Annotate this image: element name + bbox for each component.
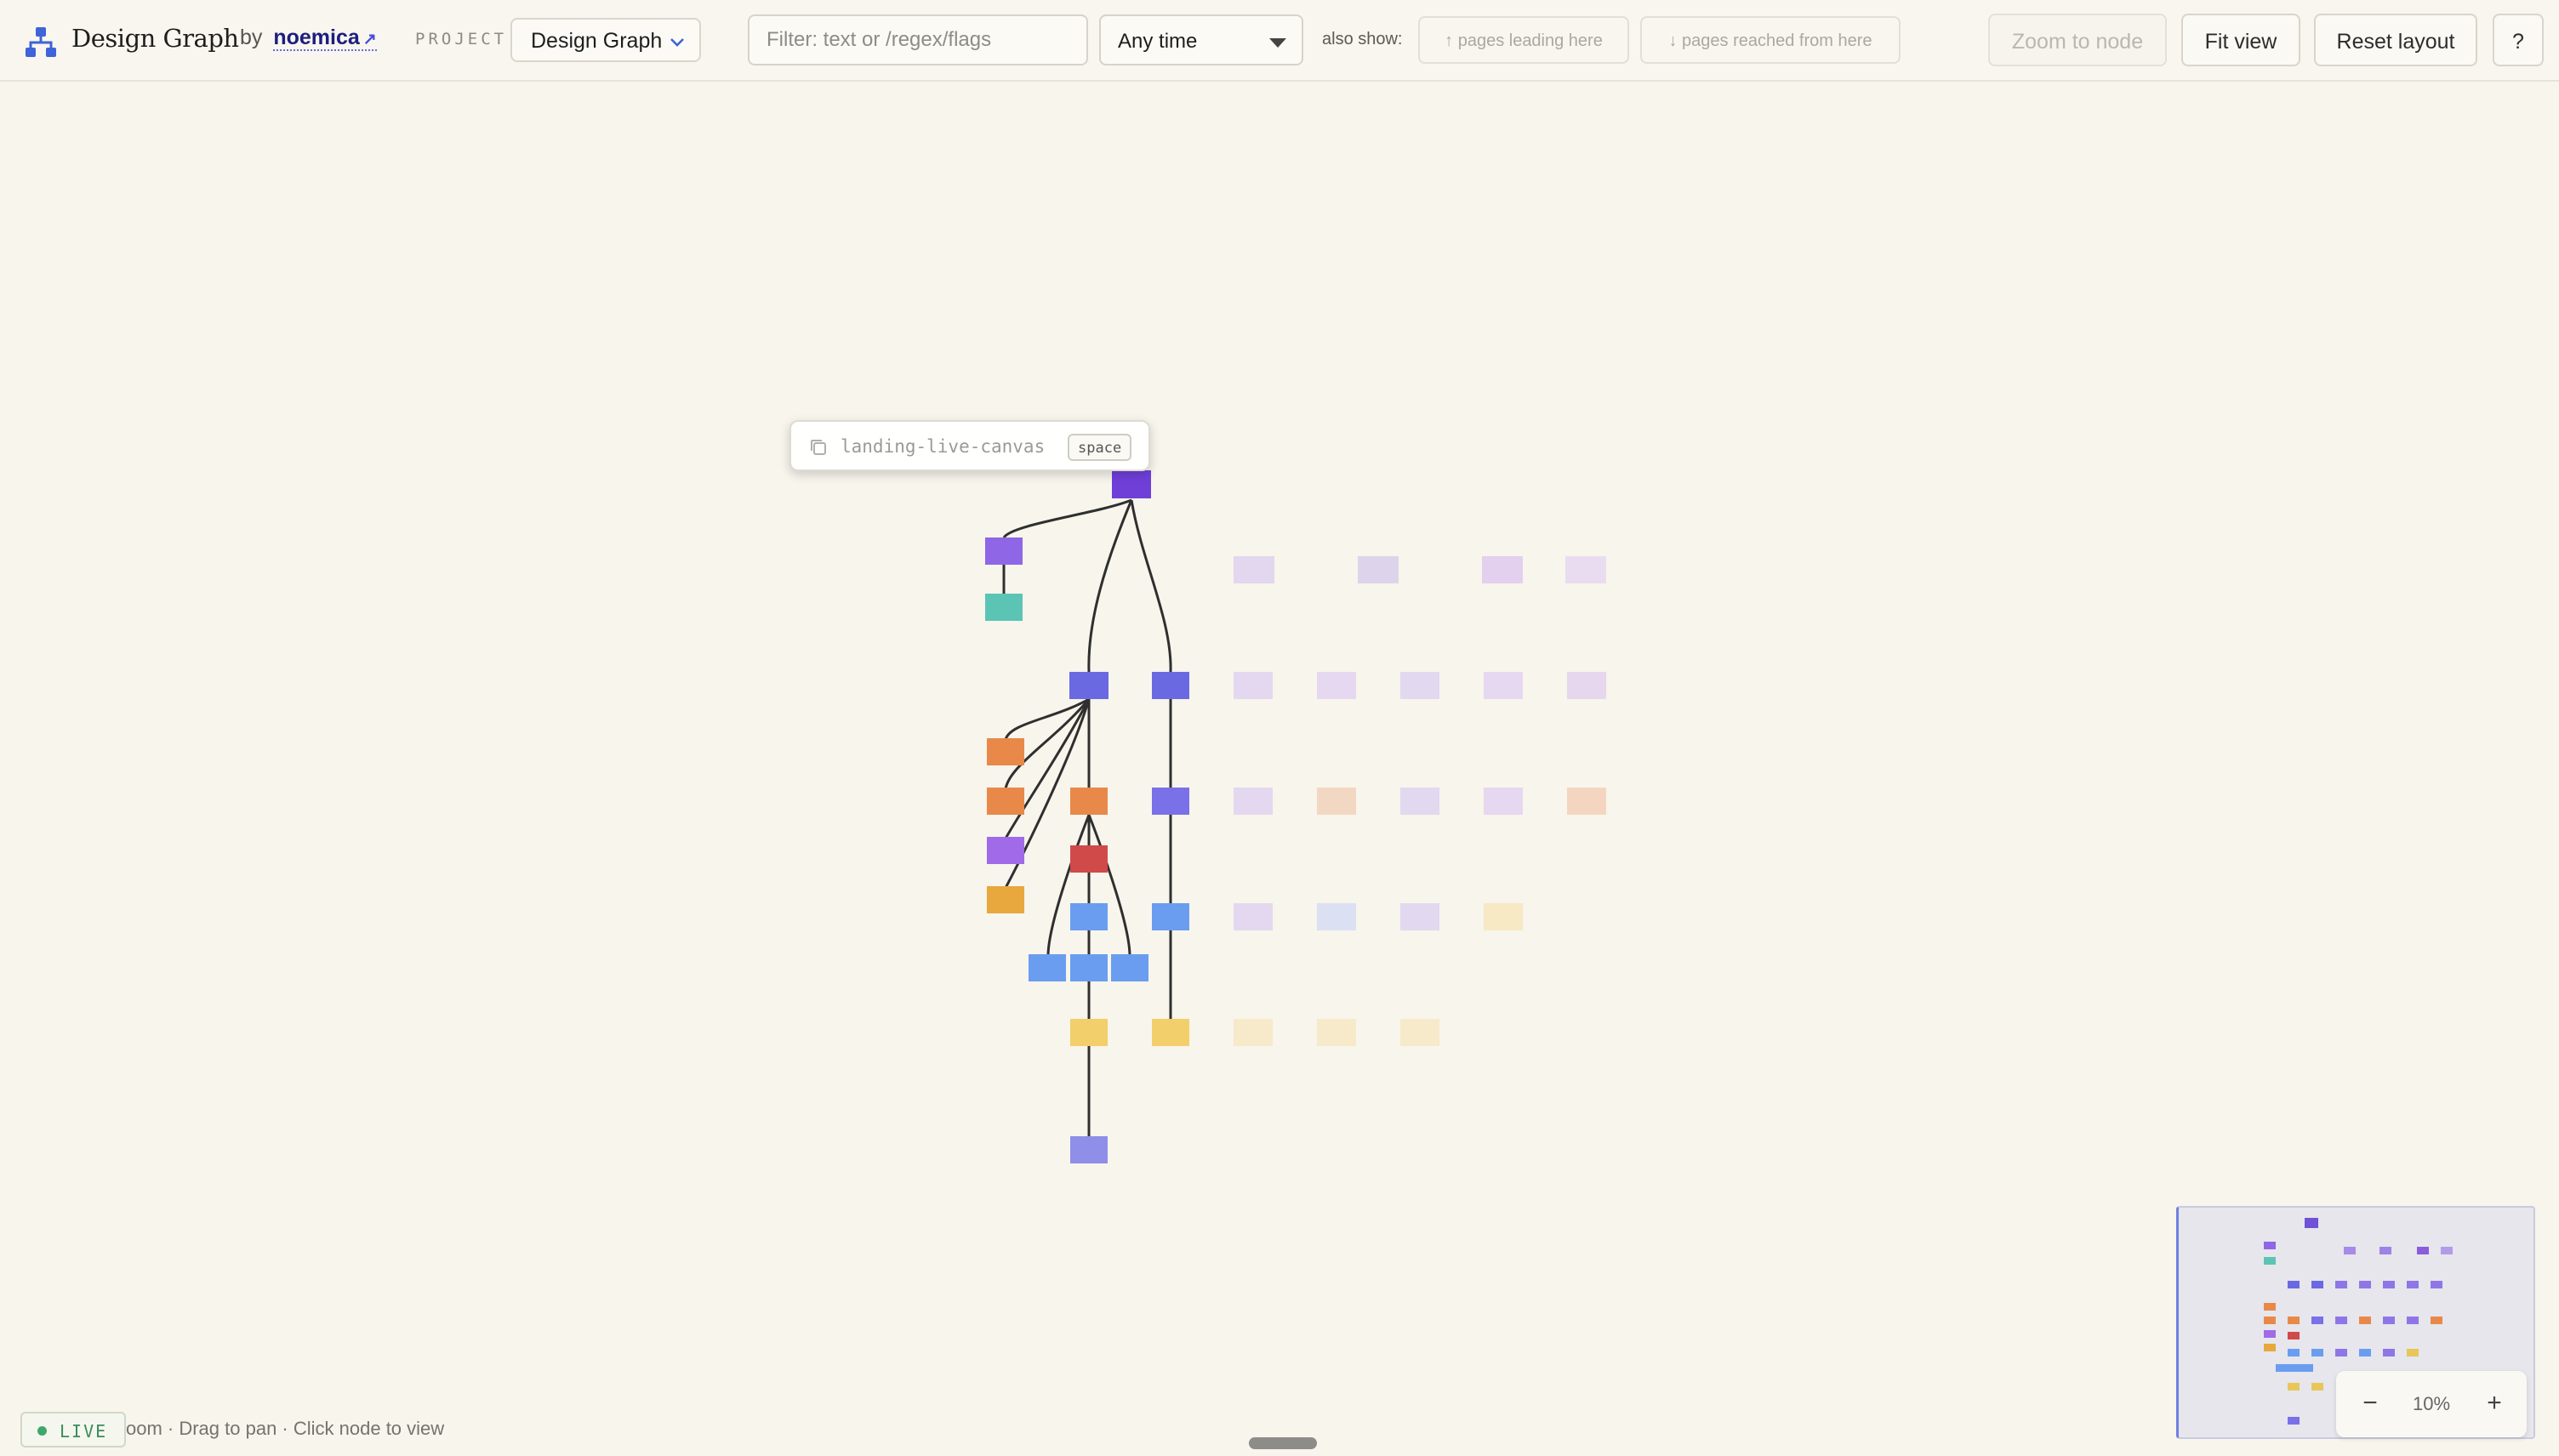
node-tooltip: landing-live-canvas space xyxy=(789,420,1150,471)
graph-node[interactable] xyxy=(1070,788,1108,815)
minimap-node xyxy=(2407,1317,2419,1324)
faded-nodes xyxy=(1234,556,1606,1046)
minimap-node xyxy=(2288,1417,2300,1425)
zoom-out-button[interactable]: − xyxy=(2353,1386,2387,1420)
faded-node[interactable] xyxy=(1484,788,1523,815)
minimap-node xyxy=(2264,1257,2276,1265)
minimap-node xyxy=(2264,1242,2276,1249)
graph-node[interactable] xyxy=(1152,672,1189,699)
minimap-node xyxy=(2383,1349,2395,1356)
faded-node[interactable] xyxy=(1317,672,1356,699)
minimap-node xyxy=(2264,1303,2276,1311)
graph-view xyxy=(985,470,1606,1163)
graph-node[interactable] xyxy=(1070,1136,1108,1163)
faded-node[interactable] xyxy=(1234,1019,1273,1046)
graph-node[interactable] xyxy=(1152,788,1189,815)
minimap-node xyxy=(2311,1383,2323,1391)
faded-node[interactable] xyxy=(1400,672,1439,699)
graph-node[interactable] xyxy=(1111,954,1148,981)
live-status-icon xyxy=(37,1426,47,1436)
faded-node[interactable] xyxy=(1234,672,1273,699)
copy-icon[interactable] xyxy=(808,437,829,458)
faded-node[interactable] xyxy=(1317,1019,1356,1046)
faded-node[interactable] xyxy=(1358,556,1399,583)
faded-node[interactable] xyxy=(1567,788,1606,815)
graph-node[interactable] xyxy=(985,594,1023,621)
minimap-node xyxy=(2359,1317,2371,1324)
graph-node[interactable] xyxy=(1070,903,1108,930)
live-badge: LIVE xyxy=(20,1412,126,1447)
minimap-node xyxy=(2407,1281,2419,1288)
graph-node[interactable] xyxy=(1112,470,1151,498)
edge xyxy=(1130,499,1172,673)
graph-edges xyxy=(1002,498,1172,1150)
minimap-node xyxy=(2359,1281,2371,1288)
faded-node[interactable] xyxy=(1567,672,1606,699)
graph-node[interactable] xyxy=(987,738,1024,765)
faded-node[interactable] xyxy=(1234,788,1273,815)
graph-node[interactable] xyxy=(985,537,1023,565)
graph-node[interactable] xyxy=(987,886,1024,913)
minimap-node xyxy=(2288,1332,2300,1339)
zoom-in-button[interactable]: + xyxy=(2477,1386,2511,1420)
faded-node[interactable] xyxy=(1400,1019,1439,1046)
minimap-node xyxy=(2379,1247,2391,1254)
edge xyxy=(1046,814,1091,957)
graph-node[interactable] xyxy=(1069,672,1109,699)
faded-node[interactable] xyxy=(1234,556,1274,583)
minimap-node xyxy=(2264,1330,2276,1338)
faded-node[interactable] xyxy=(1317,903,1356,930)
edge xyxy=(1087,814,1131,957)
minimap-node xyxy=(2441,1247,2453,1254)
graph-node[interactable] xyxy=(987,837,1024,864)
minimap-node xyxy=(2305,1218,2318,1228)
minimap-node xyxy=(2417,1247,2429,1254)
minimap-node xyxy=(2311,1317,2323,1324)
zoom-controls: − 10% + xyxy=(2336,1371,2527,1437)
minimap-node xyxy=(2264,1344,2276,1351)
minimap-node xyxy=(2431,1317,2442,1324)
faded-node[interactable] xyxy=(1484,903,1523,930)
minimap-node xyxy=(2335,1317,2347,1324)
faded-node[interactable] xyxy=(1482,556,1523,583)
tooltip-key-hint: space xyxy=(1068,434,1132,461)
live-label: LIVE xyxy=(60,1421,108,1442)
minimap-node xyxy=(2288,1281,2300,1288)
minimap-node xyxy=(2264,1317,2276,1324)
faded-node[interactable] xyxy=(1400,903,1439,930)
faded-node[interactable] xyxy=(1484,672,1523,699)
tooltip-node-name: landing-live-canvas xyxy=(841,436,1046,457)
faded-node[interactable] xyxy=(1400,788,1439,815)
minimap-node xyxy=(2288,1349,2300,1356)
minimap-node xyxy=(2335,1281,2347,1288)
bottom-drag-handle[interactable] xyxy=(1249,1437,1317,1449)
edge xyxy=(1087,499,1133,673)
zoom-level: 10% xyxy=(2412,1393,2451,1414)
faded-node[interactable] xyxy=(1317,788,1356,815)
minimap-node xyxy=(2407,1349,2419,1356)
graph-node[interactable] xyxy=(1029,954,1066,981)
minimap-node xyxy=(2288,1383,2300,1391)
graph-node[interactable] xyxy=(1070,1019,1108,1046)
graph-node[interactable] xyxy=(1070,954,1108,981)
faded-node[interactable] xyxy=(1565,556,1606,583)
faded-node[interactable] xyxy=(1234,903,1273,930)
minimap-node xyxy=(2383,1317,2395,1324)
minimap-node xyxy=(2344,1247,2356,1254)
edge xyxy=(1002,498,1132,539)
minimap-node xyxy=(2431,1281,2442,1288)
graph-node[interactable] xyxy=(1152,1019,1189,1046)
minimap-node xyxy=(2359,1349,2371,1356)
minimap-node xyxy=(2311,1281,2323,1288)
minimap-node xyxy=(2311,1349,2323,1356)
minimap-node xyxy=(2383,1281,2395,1288)
minimap-node xyxy=(2276,1364,2313,1372)
graph-node[interactable] xyxy=(987,788,1024,815)
canvas-hint: oom · Drag to pan · Click node to view xyxy=(126,1418,445,1439)
graph-node[interactable] xyxy=(1152,903,1189,930)
minimap-node xyxy=(2288,1317,2300,1324)
minimap-node xyxy=(2335,1349,2347,1356)
graph-node[interactable] xyxy=(1070,845,1108,873)
